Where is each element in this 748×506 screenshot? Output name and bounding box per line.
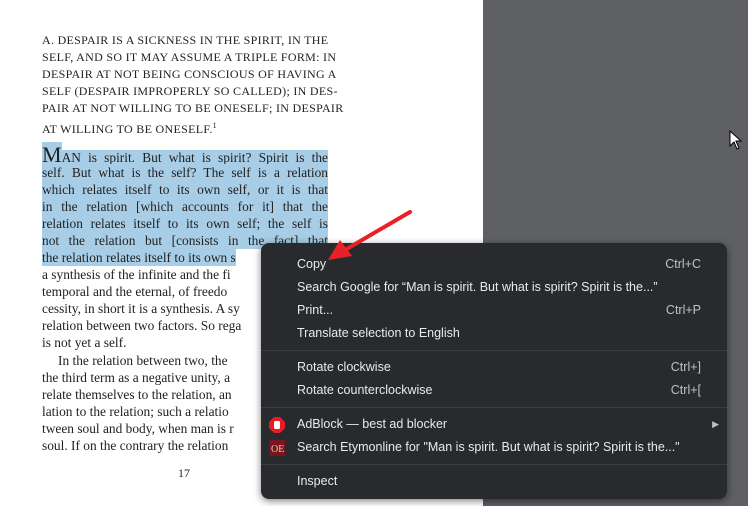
body-line: tween soul and body, when man is r (42, 421, 234, 436)
menu-item-adblock[interactable]: AdBlock — best ad blocker ▶ (261, 413, 727, 436)
selected-line[interactable]: in the relation [which accounts for it] … (42, 198, 328, 215)
menu-label: Rotate counterclockwise (297, 383, 433, 397)
menu-separator (261, 350, 727, 351)
adblock-hand-icon (269, 417, 285, 433)
menu-label: Rotate clockwise (297, 360, 391, 374)
menu-label: Search Etymonline for "Man is spirit. Bu… (297, 440, 680, 454)
body-line: is not yet a self. (42, 335, 127, 350)
body-line: a synthesis of the infinite and the fi (42, 267, 231, 282)
menu-label: Search Google for “Man is spirit. But wh… (297, 280, 658, 294)
selected-line[interactable]: MAN is spirit. But what is spirit? Spiri… (42, 142, 328, 167)
menu-item-rotate-counterclockwise[interactable]: Rotate counterclockwise Ctrl+[ (261, 379, 727, 402)
body-line: temporal and the eternal, of freedo (42, 284, 228, 299)
menu-shortcut: Ctrl+[ (670, 383, 701, 397)
footnote-mark: 1 (212, 121, 217, 130)
heading-line: SELF (DESPAIR IMPROPERLY SO CALLED); IN … (42, 84, 338, 98)
menu-separator (261, 464, 727, 465)
svg-text:OE: OE (271, 444, 284, 455)
selected-line[interactable]: which relates itself to its own self, or… (42, 181, 328, 198)
menu-item-print[interactable]: Print... Ctrl+P (261, 299, 727, 322)
selected-line[interactable]: relation relates itself to its own self;… (42, 215, 328, 232)
context-menu: Copy Ctrl+C Search Google for “Man is spi… (261, 243, 727, 499)
menu-item-search-google[interactable]: Search Google for “Man is spirit. But wh… (261, 276, 727, 299)
menu-label: Copy (297, 257, 327, 271)
heading-line: SELF, AND SO IT MAY ASSUME A TRIPLE FORM… (42, 50, 337, 64)
menu-item-copy[interactable]: Copy Ctrl+C (261, 253, 727, 276)
selected-text: AN is spirit. But what is spirit? Spirit… (61, 150, 328, 165)
body-line: lation to the relation; such a relatio (42, 404, 229, 419)
menu-item-search-etymonline[interactable]: OE Search Etymonline for "Man is spirit.… (261, 436, 727, 459)
body-line: relate themselves to the relation, an (42, 387, 232, 402)
menu-label: Translate selection to English (297, 326, 460, 340)
menu-item-inspect[interactable]: Inspect (261, 470, 727, 493)
menu-item-rotate-clockwise[interactable]: Rotate clockwise Ctrl+] (261, 356, 727, 379)
menu-shortcut: Ctrl+] (670, 360, 701, 374)
body-line: soul. If on the contrary the relation (42, 438, 229, 453)
menu-label: Print... (297, 303, 334, 317)
body-line: relation between two factors. So rega (42, 318, 242, 333)
menu-separator (261, 407, 727, 408)
body-line: the third term as a negative unity, a (42, 370, 231, 385)
page-number: 17 (178, 466, 190, 480)
menu-label: AdBlock — best ad blocker (297, 417, 448, 431)
menu-label: Inspect (297, 474, 338, 488)
heading-text: AT WILLING TO BE ONESELF. (42, 122, 213, 136)
menu-item-translate[interactable]: Translate selection to English (261, 322, 727, 345)
etymonline-icon: OE (269, 440, 285, 456)
selected-line[interactable]: self. But what is the self? The self is … (42, 164, 328, 181)
selected-line[interactable]: the relation relates itself to its own s (42, 249, 236, 266)
heading-line: A. DESPAIR IS A SICKNESS IN THE SPIRIT, … (42, 33, 329, 47)
heading-line: DESPAIR AT NOT BEING CONSCIOUS OF HAVING… (42, 67, 337, 81)
mouse-cursor-icon (729, 130, 743, 150)
body-line: cessity, in short it is a synthesis. A s… (42, 301, 240, 316)
heading-line: PAIR AT NOT WILLING TO BE ONESELF; IN DE… (42, 101, 344, 115)
menu-shortcut: Ctrl+P (665, 303, 701, 317)
menu-shortcut: Ctrl+C (665, 257, 701, 271)
body-line: In the relation between two, the (58, 353, 228, 368)
heading-line: AT WILLING TO BE ONESELF.1 (42, 117, 217, 138)
submenu-arrow-icon: ▶ (712, 419, 719, 429)
